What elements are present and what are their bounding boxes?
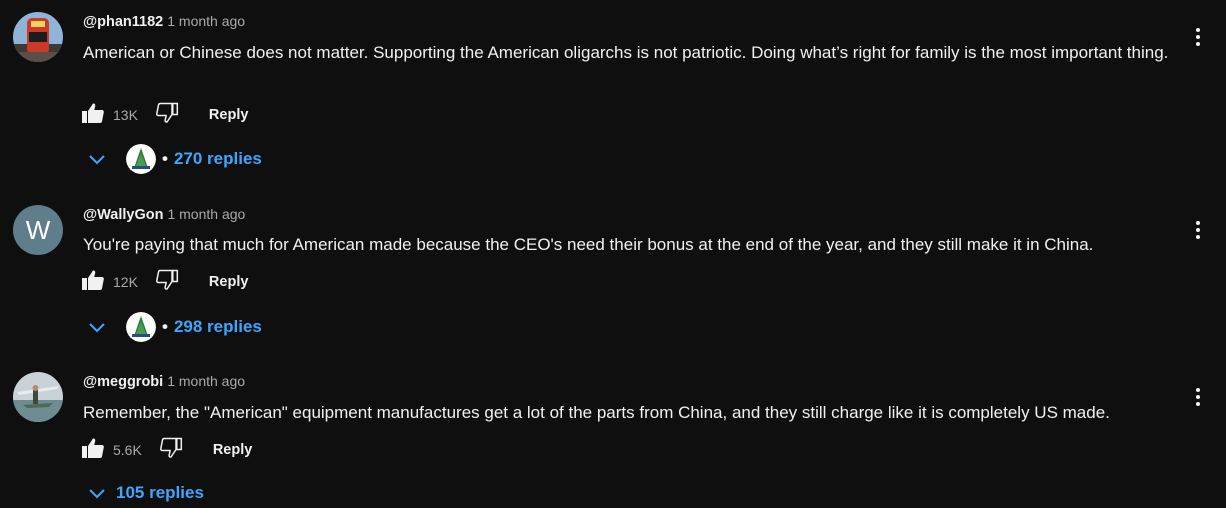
comment-text: Remember, the "American" equipment manuf… [83, 403, 1110, 422]
chevron-down-icon [88, 487, 106, 499]
reply-button[interactable]: Reply [213, 442, 253, 458]
thumbs-down-icon [159, 436, 183, 465]
comment-thread: @meggrobi 1 month ago Remember, the "Amer… [0, 0, 1226, 508]
like-count: 5.6K [113, 442, 142, 458]
like-button[interactable] [80, 437, 106, 463]
more-vert-icon [1196, 388, 1200, 392]
action-bar: 5.6K Reply [80, 437, 252, 463]
more-options-button[interactable] [1188, 386, 1208, 408]
comment-meta: @meggrobi 1 month ago [83, 373, 245, 390]
replies-count: 105 replies [116, 483, 204, 502]
avatar[interactable] [13, 372, 63, 422]
author-handle[interactable]: @meggrobi [83, 374, 163, 390]
replies-toggle[interactable]: 105 replies [88, 478, 204, 508]
dislike-button[interactable] [158, 437, 184, 463]
timestamp[interactable]: 1 month ago [167, 373, 245, 389]
thumbs-up-icon [81, 436, 105, 465]
